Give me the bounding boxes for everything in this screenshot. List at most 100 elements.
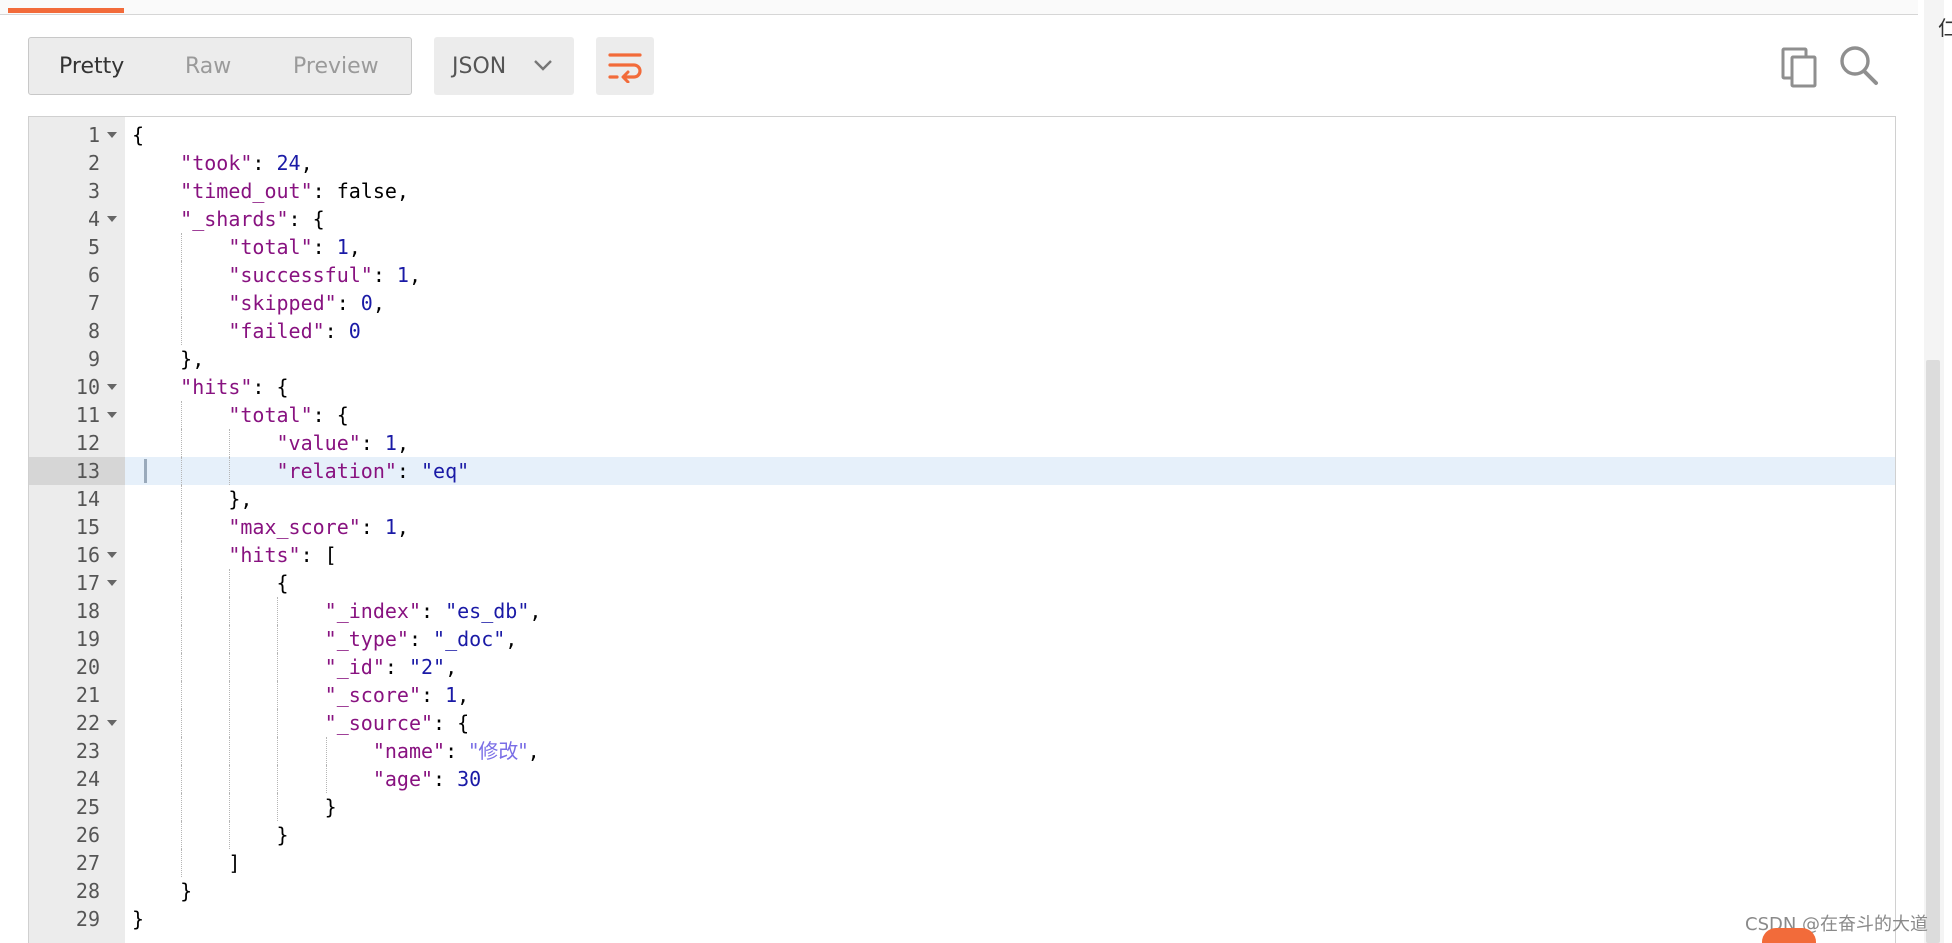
json-punctuation: : xyxy=(324,319,349,343)
json-punctuation xyxy=(132,739,373,763)
line-number: 18 xyxy=(75,599,100,623)
code-text: "total": { xyxy=(132,401,349,429)
json-punctuation: : xyxy=(360,515,385,539)
line-number-cell: 19 xyxy=(29,625,125,653)
code-text: ] xyxy=(132,849,240,877)
copy-icon[interactable] xyxy=(1780,46,1820,88)
line-number: 28 xyxy=(75,879,100,903)
json-key: "timed_out" xyxy=(180,179,313,203)
json-punctuation: , xyxy=(445,655,458,679)
code-line: 24 "age": 30 xyxy=(29,765,1895,793)
line-number-cell: 23 xyxy=(29,737,125,765)
scrollbar-thumb[interactable] xyxy=(1926,360,1940,943)
json-value: 30 xyxy=(457,767,482,791)
line-number: 9 xyxy=(87,347,100,371)
floating-badge[interactable] xyxy=(1762,928,1816,943)
json-punctuation xyxy=(132,431,277,455)
json-punctuation: : xyxy=(433,767,458,791)
line-number: 13 xyxy=(75,459,100,483)
json-punctuation: { xyxy=(132,571,289,595)
code-text: } xyxy=(132,877,192,905)
json-punctuation: : xyxy=(384,655,409,679)
json-key: "relation" xyxy=(276,459,397,483)
json-key: "_type" xyxy=(324,627,409,651)
line-number-cell: 29 xyxy=(29,905,125,933)
fold-arrow-icon[interactable] xyxy=(107,720,117,726)
format-dropdown[interactable]: JSON xyxy=(434,37,574,95)
json-punctuation xyxy=(132,235,228,259)
json-value: 1 xyxy=(396,263,409,287)
fold-arrow-icon[interactable] xyxy=(107,132,117,138)
code-line: 25 } xyxy=(29,793,1895,821)
line-number: 25 xyxy=(75,795,100,819)
json-response-editor[interactable]: 1{2 "took": 24, 3 "timed_out": false, 4 "_… xyxy=(28,116,1896,943)
tab-raw[interactable]: Raw xyxy=(159,38,265,94)
line-number-cell: 26 xyxy=(29,821,125,849)
json-punctuation: , xyxy=(529,599,542,623)
json-punctuation: , xyxy=(505,627,518,651)
search-icon[interactable] xyxy=(1838,44,1880,88)
code-text: } xyxy=(132,821,289,849)
json-punctuation xyxy=(132,375,180,399)
json-key: "total" xyxy=(228,235,313,259)
tab-preview[interactable]: Preview xyxy=(265,38,379,94)
code-text: "_index": "es_db", xyxy=(132,597,542,625)
fold-arrow-icon[interactable] xyxy=(107,580,117,586)
code-text: "successful": 1, xyxy=(132,261,421,289)
json-punctuation: } xyxy=(132,795,337,819)
json-punctuation: : xyxy=(420,599,446,623)
json-punctuation: : { xyxy=(288,207,325,231)
json-punctuation: }, xyxy=(132,347,205,371)
json-punctuation: : { xyxy=(312,403,349,427)
line-number: 22 xyxy=(75,711,100,735)
line-number: 26 xyxy=(75,823,100,847)
json-punctuation: , xyxy=(396,431,409,455)
json-value: 24 xyxy=(276,151,301,175)
line-number: 15 xyxy=(75,515,100,539)
json-punctuation xyxy=(132,655,325,679)
request-tab-strip xyxy=(0,0,1918,15)
wrap-lines-button[interactable] xyxy=(596,37,654,95)
line-number-cell: 27 xyxy=(29,849,125,877)
json-punctuation xyxy=(132,151,180,175)
json-key: "hits" xyxy=(180,375,253,399)
code-line: 17 { xyxy=(29,569,1895,597)
json-key: "total" xyxy=(228,403,313,427)
json-punctuation: : xyxy=(360,431,385,455)
fold-arrow-icon[interactable] xyxy=(107,552,117,558)
json-punctuation: : xyxy=(312,235,337,259)
code-text: } xyxy=(132,793,337,821)
json-punctuation xyxy=(132,627,325,651)
code-text: "total": 1, xyxy=(132,233,360,261)
line-number: 5 xyxy=(87,235,100,259)
line-number-cell: 4 xyxy=(29,205,125,233)
tab-pretty[interactable]: Pretty xyxy=(29,38,159,94)
code-line: 7 "skipped": 0, xyxy=(29,289,1895,317)
line-number-cell: 16 xyxy=(29,541,125,569)
json-punctuation xyxy=(132,459,277,483)
fold-arrow-icon[interactable] xyxy=(107,384,117,390)
code-text: "_shards": { xyxy=(132,205,325,233)
code-text: "_type": "_doc", xyxy=(132,625,518,653)
json-key: "value" xyxy=(276,431,361,455)
json-punctuation: } xyxy=(132,823,289,847)
json-punctuation: : xyxy=(336,291,361,315)
code-line: 13 "relation": "eq" xyxy=(29,457,1895,485)
code-line: 27 ] xyxy=(29,849,1895,877)
json-key: "failed" xyxy=(228,319,325,343)
json-key: "age" xyxy=(372,767,434,791)
json-punctuation: : false, xyxy=(312,179,409,203)
code-line: 29} xyxy=(29,905,1895,933)
code-line: 12 "value": 1, xyxy=(29,429,1895,457)
code-line: 19 "_type": "_doc", xyxy=(29,625,1895,653)
code-text: "age": 30 xyxy=(132,765,481,793)
code-text: "took": 24, xyxy=(132,149,312,177)
line-number-cell: 2 xyxy=(29,149,125,177)
json-punctuation: : [ xyxy=(300,543,337,567)
json-value: 1 xyxy=(384,431,397,455)
json-punctuation: : xyxy=(372,263,397,287)
json-key: "successful" xyxy=(228,263,373,287)
fold-arrow-icon[interactable] xyxy=(107,216,117,222)
line-number-cell: 21 xyxy=(29,681,125,709)
fold-arrow-icon[interactable] xyxy=(107,412,117,418)
